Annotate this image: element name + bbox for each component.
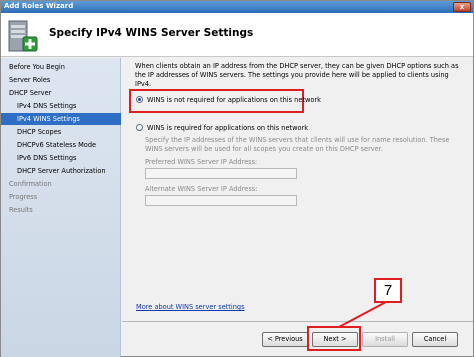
wizard-steps-nav: Before You Begin Server Roles DHCP Serve… — [1, 58, 121, 357]
radio-label-wins-required[interactable]: WINS is required for applications on thi… — [147, 124, 308, 132]
nav-step-dhcpv6-stateless-mode[interactable]: DHCPv6 Stateless Mode — [1, 139, 121, 151]
server-wizard-icon — [8, 20, 38, 52]
title-bar: Add Roles Wizard x — [1, 1, 473, 13]
nav-step-ipv6-dns-settings[interactable]: IPv6 DNS Settings — [1, 152, 121, 164]
window-title: Add Roles Wizard — [4, 2, 74, 10]
close-icon[interactable]: x — [453, 2, 471, 12]
add-roles-wizard-window: Add Roles Wizard x Specify IPv4 WINS Ser… — [0, 0, 474, 357]
wizard-content: When clients obtain an IP address from t… — [122, 58, 473, 330]
radio-label-wins-not-required[interactable]: WINS is not required for applications on… — [147, 96, 321, 104]
radio-wins-not-required[interactable] — [136, 96, 143, 103]
more-about-wins-link[interactable]: More about WINS server settings — [136, 303, 245, 311]
highlight-box-next-button — [307, 326, 361, 351]
nav-step-results: Results — [9, 206, 33, 214]
nav-step-dhcp-server-authorization[interactable]: DHCP Server Authorization — [1, 165, 121, 177]
nav-step-progress: Progress — [9, 193, 38, 201]
nav-step-ipv4-dns-settings[interactable]: IPv4 DNS Settings — [1, 100, 121, 112]
nav-step-server-roles[interactable]: Server Roles — [1, 74, 121, 86]
footer-separator — [122, 321, 473, 322]
nav-step-dhcp-server[interactable]: DHCP Server — [1, 87, 121, 99]
callout-pointer-line — [338, 301, 387, 328]
alternate-wins-label: Alternate WINS Server IP Address: — [145, 185, 258, 193]
step-number-callout: 7 — [374, 278, 402, 303]
nav-step-ipv4-wins-settings[interactable]: IPv4 WINS Settings — [1, 113, 121, 125]
nav-step-before-you-begin[interactable]: Before You Begin — [1, 61, 121, 73]
wins-required-description: Specify the IP addresses of the WINS ser… — [145, 136, 450, 153]
page-title: Specify IPv4 WINS Server Settings — [49, 27, 254, 39]
previous-button[interactable]: < Previous — [262, 332, 308, 347]
nav-step-dhcp-scopes[interactable]: DHCP Scopes — [1, 126, 121, 138]
cancel-button[interactable]: Cancel — [412, 332, 458, 347]
nav-step-confirmation: Confirmation — [9, 180, 52, 188]
alternate-wins-ip-field[interactable] — [145, 195, 297, 206]
preferred-wins-label: Preferred WINS Server IP Address: — [145, 158, 258, 166]
radio-wins-required[interactable] — [136, 124, 143, 131]
intro-text: When clients obtain an IP address from t… — [135, 62, 459, 88]
wizard-header: Specify IPv4 WINS Server Settings — [1, 13, 473, 57]
preferred-wins-ip-field[interactable] — [145, 168, 297, 179]
install-button: Install — [362, 332, 408, 347]
